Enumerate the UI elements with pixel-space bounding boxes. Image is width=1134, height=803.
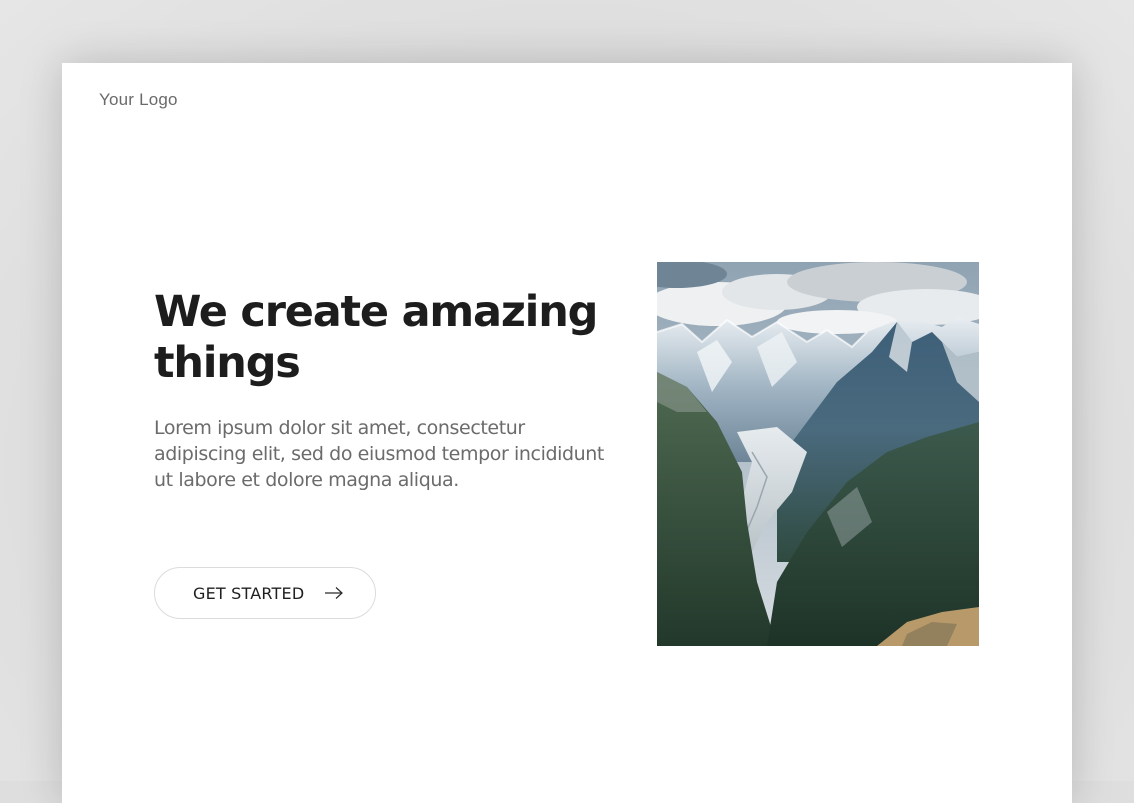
get-started-label: GET STARTED <box>193 583 305 603</box>
hero-headline: We create amazing things <box>154 287 598 388</box>
hero-text: We create amazing things Lorem ipsum dol… <box>154 287 614 493</box>
logo[interactable]: Your Logo <box>99 90 178 110</box>
landing-card: Your Logo We create amazing things Lorem… <box>62 63 1072 803</box>
arrow-right-icon <box>324 586 344 600</box>
hero-lead: Lorem ipsum dolor sit amet, consectetur … <box>154 417 604 491</box>
hero-image-mountains <box>657 262 979 646</box>
get-started-button[interactable]: GET STARTED <box>154 567 376 619</box>
